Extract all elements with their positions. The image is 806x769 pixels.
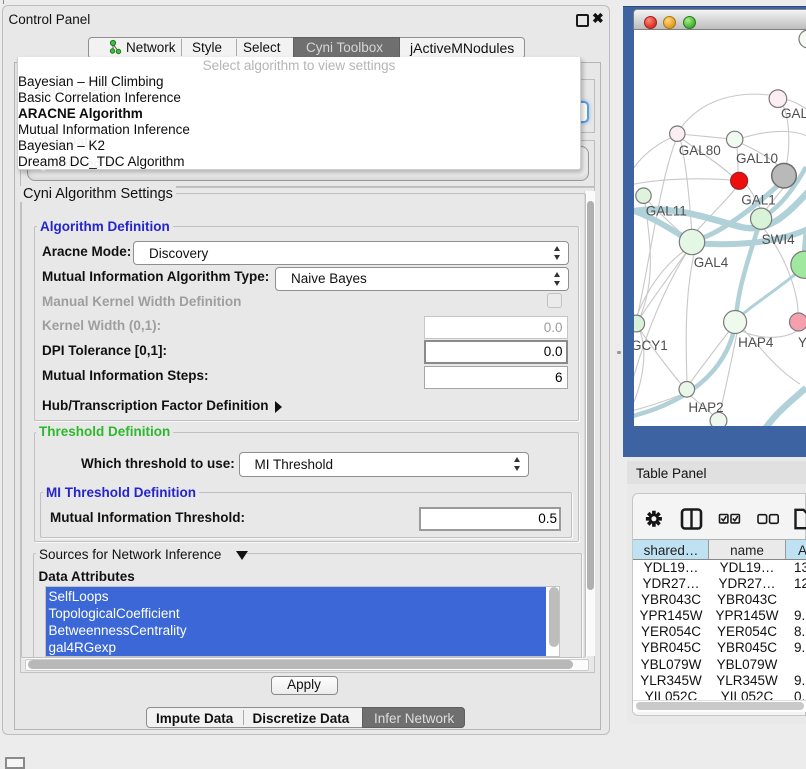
svg-text:GAL2: GAL2 — [781, 106, 806, 121]
svg-text:GAL80: GAL80 — [679, 143, 721, 158]
svg-text:GAL1: GAL1 — [741, 193, 776, 208]
svg-text:GCY1: GCY1 — [634, 338, 668, 353]
svg-text:GAL11: GAL11 — [646, 204, 687, 219]
svg-text:GAL10: GAL10 — [736, 151, 778, 166]
svg-text:SWI4: SWI4 — [762, 232, 795, 247]
svg-text:HAP4: HAP4 — [738, 335, 774, 350]
svg-text:HAP2: HAP2 — [688, 400, 723, 415]
svg-text:GAL4: GAL4 — [694, 255, 729, 270]
svg-text:YM: YM — [798, 335, 806, 350]
